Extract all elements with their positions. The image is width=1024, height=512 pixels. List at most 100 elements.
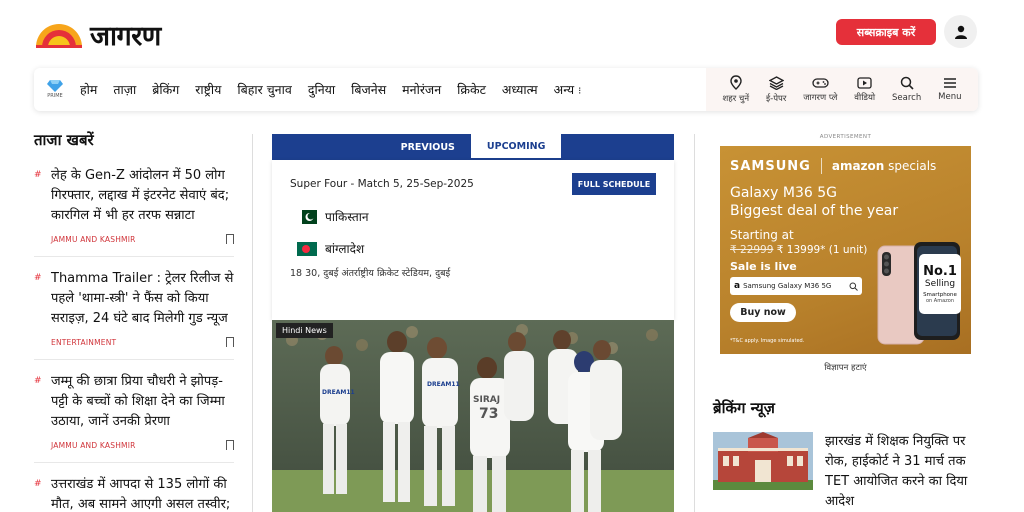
tool-jagran-play[interactable]: जागरण प्ले: [803, 77, 837, 103]
remove-ad-link[interactable]: विज्ञापन हटाएं: [713, 362, 978, 373]
hash-icon: #: [34, 479, 42, 489]
tool-search[interactable]: Search: [892, 76, 921, 103]
prime-link[interactable]: PRIME: [38, 80, 72, 99]
main-nav: PRIME होम ताज़ा ब्रेकिंग राष्ट्रीय बिहार…: [34, 68, 978, 111]
ad-disclaimer: *T&C apply. Image simulated.: [730, 338, 805, 344]
ad-headline: Biggest deal of the year: [730, 203, 899, 219]
breaking-news-title: ब्रेकिंग न्यूज़: [713, 399, 775, 417]
team-name: पाकिस्तान: [325, 210, 369, 224]
news-headline[interactable]: उत्तराखंड में आपदा से 135 लोगों की मौत, …: [51, 475, 234, 512]
column-divider: [694, 134, 695, 512]
jersey-name-text: SIRAJ: [473, 395, 500, 405]
team-pakistan[interactable]: पाकिस्तान: [297, 208, 369, 225]
column-divider: [252, 134, 253, 512]
tool-menu[interactable]: Menu: [938, 77, 961, 102]
gamepad-icon: [812, 77, 829, 88]
nav-item-business[interactable]: बिजनेस: [343, 81, 394, 98]
ad-sale-live: Sale is live: [730, 260, 797, 273]
bookmark-icon[interactable]: [226, 337, 234, 347]
nav-item-home[interactable]: होम: [72, 81, 105, 98]
user-icon: [954, 25, 967, 39]
pakistan-flag-icon: [297, 209, 317, 224]
tool-select-city[interactable]: शहर चुनें: [722, 75, 749, 104]
court-building-image: [713, 432, 813, 490]
subscribe-button[interactable]: सब्सक्राइब करें: [836, 19, 936, 45]
ad-starting: Starting at: [730, 228, 794, 242]
match-tabs: PREVIOUS UPCOMING: [272, 134, 674, 160]
jharkhand-court-thumbnail: [713, 432, 813, 490]
more-dots-icon: ⁝: [578, 86, 582, 97]
news-category[interactable]: JAMMU AND KASHMIR: [51, 235, 136, 244]
tool-label: Menu: [938, 92, 962, 102]
tool-label: Search: [892, 93, 922, 103]
nav-item-national[interactable]: राष्ट्रीय: [187, 81, 229, 98]
team-bangladesh[interactable]: बांग्लादेश: [297, 240, 364, 257]
ad-label: ADVERTISEMENT: [819, 134, 872, 140]
news-category[interactable]: ENTERTAINMENT: [51, 338, 116, 347]
amazon-logo-text: amazon specials: [832, 159, 936, 173]
user-account-button[interactable]: [944, 15, 977, 48]
tool-label: ई-पेपर: [765, 93, 787, 104]
cricket-widget: PREVIOUS UPCOMING Super Four - Match 5, …: [272, 134, 674, 512]
match-venue: 18 30, दुबई अंतर्राष्ट्रीय क्रिकेट स्टेड…: [290, 268, 451, 279]
nav-item-entertainment[interactable]: मनोरंजन: [394, 81, 449, 98]
tool-label: शहर चुनें: [722, 94, 750, 104]
buy-now-button[interactable]: Buy now: [730, 303, 796, 322]
full-schedule-button[interactable]: FULL SCHEDULE: [572, 173, 656, 195]
bookmark-icon[interactable]: [226, 440, 234, 450]
nav-item-spirituality[interactable]: अध्यात्म: [494, 81, 546, 98]
search-icon: [900, 76, 914, 90]
page: जागरण सब्सक्राइब करें PRIME होम ताज़ा ब्…: [0, 0, 1024, 512]
jersey-sponsor-text: DREAM11: [322, 389, 355, 396]
match-title: Super Four - Match 5, 25-Sep-2025: [290, 178, 474, 190]
ad-old-price: ₹ 22999: [730, 244, 774, 256]
nav-item-more[interactable]: अन्य ⁝: [546, 81, 590, 98]
amazon-a-icon: a: [734, 281, 741, 291]
news-headline[interactable]: Thamma Trailer : ट्रेलर रिलीज से पहले 'थ…: [51, 269, 234, 329]
sun-logo-icon: [36, 23, 82, 48]
jersey-sponsor-text: DREAM11: [427, 381, 460, 388]
ad-search-text: Samsung Galaxy M36 5G: [743, 282, 832, 290]
photo-tag: Hindi News: [276, 323, 333, 338]
latest-news: ताजा खबरें # लेह के Gen-Z आंदोलन में 50 …: [34, 130, 234, 512]
prime-label: PRIME: [47, 93, 63, 99]
tool-epaper[interactable]: ई-पेपर: [765, 75, 787, 104]
samsung-amazon-ad[interactable]: SAMSUNG amazon specials Galaxy M36 5G Bi…: [720, 146, 971, 354]
diamond-icon: [47, 80, 63, 92]
list-item[interactable]: # Thamma Trailer : ट्रेलर रिलीज से पहले …: [34, 269, 234, 360]
amazon-specials: specials: [888, 159, 937, 173]
jagran-logo[interactable]: जागरण: [34, 16, 161, 53]
search-icon: [849, 282, 858, 291]
nav-item-bihar-election[interactable]: बिहार चुनाव: [229, 81, 299, 98]
match-card[interactable]: Super Four - Match 5, 25-Sep-2025 FULL S…: [272, 160, 674, 320]
bookmark-icon[interactable]: [226, 234, 234, 244]
tool-video[interactable]: वीडियो: [854, 76, 876, 103]
badge-on-amazon: on Amazon: [925, 297, 955, 304]
nav-item-world[interactable]: दुनिया: [300, 81, 343, 98]
breaking-news-item[interactable]: झारखंड में शिक्षक नियुक्ति पर रोक, हाईको…: [713, 432, 978, 512]
list-item[interactable]: # जम्मू की छात्रा प्रिया चौधरी ने झोपड़-…: [34, 372, 234, 463]
location-pin-icon: [730, 75, 742, 90]
list-item[interactable]: # उत्तराखंड में आपदा से 135 लोगों की मौत…: [34, 475, 234, 512]
tool-label: जागरण प्ले: [803, 92, 838, 103]
no1-badge: No.1 Selling Smartphone on Amazon: [919, 254, 961, 314]
tab-previous[interactable]: PREVIOUS: [385, 134, 471, 160]
nav-item-breaking[interactable]: ब्रेकिंग: [144, 81, 187, 98]
jersey-number-text: 73: [479, 406, 498, 422]
tool-label: वीडियो: [854, 92, 876, 103]
breaking-news-headline[interactable]: झारखंड में शिक्षक नियुक्ति पर रोक, हाईको…: [825, 432, 978, 512]
news-photo[interactable]: Hindi News DREAM11 DREAM11 SIRAJ 73: [272, 320, 674, 512]
news-category[interactable]: JAMMU AND KASHMIR: [51, 441, 136, 450]
ad-search-bar: a Samsung Galaxy M36 5G: [730, 277, 862, 295]
nav-item-cricket[interactable]: क्रिकेट: [449, 81, 494, 98]
news-headline[interactable]: लेह के Gen-Z आंदोलन में 50 लोग गिरफ्तार,…: [51, 166, 234, 226]
bangladesh-flag-icon: [297, 241, 317, 256]
nav-more-label: अन्य: [553, 82, 575, 97]
nav-item-latest[interactable]: ताज़ा: [105, 81, 144, 98]
video-play-icon: [857, 76, 872, 89]
tab-upcoming[interactable]: UPCOMING: [470, 134, 562, 160]
amazon-brand: amazon: [831, 159, 885, 173]
nav-items: होम ताज़ा ब्रेकिंग राष्ट्रीय बिहार चुनाव…: [72, 68, 589, 111]
news-headline[interactable]: जम्मू की छात्रा प्रिया चौधरी ने झोपड़-पट…: [51, 372, 234, 432]
list-item[interactable]: # लेह के Gen-Z आंदोलन में 50 लोग गिरफ्ता…: [34, 166, 234, 257]
